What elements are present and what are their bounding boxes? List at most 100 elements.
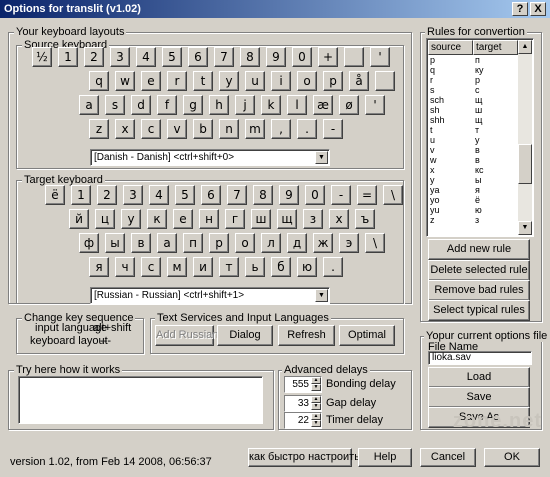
target-key[interactable]: ж: [313, 233, 333, 253]
table-row[interactable]: sh ш: [428, 105, 518, 115]
target-key[interactable]: н: [199, 209, 219, 229]
target-key[interactable]: 3: [123, 185, 143, 205]
target-key[interactable]: \: [365, 233, 385, 253]
source-key[interactable]: å: [349, 71, 369, 91]
load-button[interactable]: Load: [428, 367, 530, 388]
source-key[interactable]: ½: [32, 47, 52, 67]
scroll-down-icon[interactable]: ▼: [518, 221, 532, 235]
column-source[interactable]: source: [428, 40, 473, 55]
target-key[interactable]: ё: [45, 185, 65, 205]
chevron-down-icon[interactable]: ▼: [315, 289, 328, 302]
table-row[interactable]: ya я: [428, 185, 518, 195]
spin-down-icon[interactable]: ▼: [311, 403, 321, 410]
target-key[interactable]: 4: [149, 185, 169, 205]
target-key[interactable]: 0: [305, 185, 325, 205]
source-key[interactable]: g: [183, 95, 203, 115]
source-key[interactable]: d: [131, 95, 151, 115]
table-row[interactable]: yo ё: [428, 195, 518, 205]
source-key[interactable]: 6: [188, 47, 208, 67]
timer-delay-spinner[interactable]: 22 ▲ ▼: [284, 412, 322, 429]
source-key[interactable]: t: [193, 71, 213, 91]
source-key[interactable]: [375, 71, 395, 91]
target-key[interactable]: п: [183, 233, 203, 253]
dialog-button[interactable]: Dialog: [217, 325, 273, 346]
target-key[interactable]: 9: [279, 185, 299, 205]
delete-rule-button[interactable]: Delete selected rule: [428, 260, 530, 281]
target-key[interactable]: е: [173, 209, 193, 229]
source-key[interactable]: w: [115, 71, 135, 91]
target-key[interactable]: =: [357, 185, 377, 205]
table-row[interactable]: wв: [428, 155, 518, 165]
source-key[interactable]: 8: [240, 47, 260, 67]
source-key[interactable]: 2: [84, 47, 104, 67]
source-key[interactable]: y: [219, 71, 239, 91]
source-key[interactable]: m: [245, 119, 265, 139]
target-key[interactable]: \: [383, 185, 403, 205]
target-key[interactable]: 7: [227, 185, 247, 205]
target-key[interactable]: ш: [251, 209, 271, 229]
table-row[interactable]: yы: [428, 175, 518, 185]
target-key[interactable]: й: [69, 209, 89, 229]
source-key[interactable]: 4: [136, 47, 156, 67]
optimal-button[interactable]: Optimal: [339, 325, 395, 346]
target-key[interactable]: б: [271, 257, 291, 277]
spin-up-icon[interactable]: ▲: [311, 377, 321, 384]
source-key[interactable]: æ: [313, 95, 333, 115]
source-key[interactable]: p: [323, 71, 343, 91]
save-button[interactable]: Save: [428, 387, 530, 408]
spin-up-icon[interactable]: ▲: [311, 413, 321, 420]
select-typical-rules-button[interactable]: Select typical rules: [428, 300, 530, 321]
target-key[interactable]: с: [141, 257, 161, 277]
table-row[interactable]: q ку: [428, 65, 518, 75]
target-key[interactable]: ц: [95, 209, 115, 229]
bonding-delay-spinner[interactable]: 555 ▲ ▼: [284, 376, 322, 393]
source-key[interactable]: n: [219, 119, 239, 139]
remove-bad-rules-button[interactable]: Remove bad rules: [428, 280, 530, 301]
source-key[interactable]: u: [245, 71, 265, 91]
quick-setup-button[interactable]: как быстро настроить: [248, 448, 360, 467]
target-key[interactable]: э: [339, 233, 359, 253]
cancel-button[interactable]: Cancel: [420, 448, 476, 467]
source-key[interactable]: v: [167, 119, 187, 139]
target-key[interactable]: и: [193, 257, 213, 277]
table-row[interactable]: vв: [428, 145, 518, 155]
target-key[interactable]: 2: [97, 185, 117, 205]
source-key[interactable]: j: [235, 95, 255, 115]
source-key[interactable]: a: [79, 95, 99, 115]
source-key[interactable]: 0: [292, 47, 312, 67]
source-key[interactable]: -: [323, 119, 343, 139]
target-key[interactable]: р: [209, 233, 229, 253]
target-key[interactable]: ф: [79, 233, 99, 253]
column-target[interactable]: target: [473, 40, 518, 55]
table-row[interactable]: tт: [428, 125, 518, 135]
target-key[interactable]: х: [329, 209, 349, 229]
table-row[interactable]: x кс: [428, 165, 518, 175]
chevron-down-icon[interactable]: ▼: [315, 151, 328, 164]
table-row[interactable]: yu ю: [428, 205, 518, 215]
rules-scrollbar[interactable]: ▲ ▼: [518, 40, 532, 235]
add-rule-button[interactable]: Add new rule: [428, 239, 530, 260]
source-key[interactable]: l: [287, 95, 307, 115]
table-row[interactable]: zз: [428, 215, 518, 225]
scroll-thumb[interactable]: [518, 144, 532, 184]
source-key[interactable]: 3: [110, 47, 130, 67]
spin-down-icon[interactable]: ▼: [311, 420, 321, 427]
source-key[interactable]: e: [141, 71, 161, 91]
source-key[interactable]: .: [297, 119, 317, 139]
target-key[interactable]: д: [287, 233, 307, 253]
table-row[interactable]: sch щ: [428, 95, 518, 105]
table-row[interactable]: rр: [428, 75, 518, 85]
target-key[interactable]: 8: [253, 185, 273, 205]
target-key[interactable]: 1: [71, 185, 91, 205]
source-key[interactable]: o: [297, 71, 317, 91]
target-key[interactable]: м: [167, 257, 187, 277]
source-key[interactable]: ø: [339, 95, 359, 115]
table-row[interactable]: pп: [428, 55, 518, 65]
table-row[interactable]: shh щ: [428, 115, 518, 125]
source-key[interactable]: k: [261, 95, 281, 115]
source-key[interactable]: c: [141, 119, 161, 139]
target-key[interactable]: ы: [105, 233, 125, 253]
source-key[interactable]: q: [89, 71, 109, 91]
source-key[interactable]: [344, 47, 364, 67]
rules-table[interactable]: source target p п q ку r р s с sch щ sh ш shh щ t т u у v в…: [428, 40, 518, 235]
